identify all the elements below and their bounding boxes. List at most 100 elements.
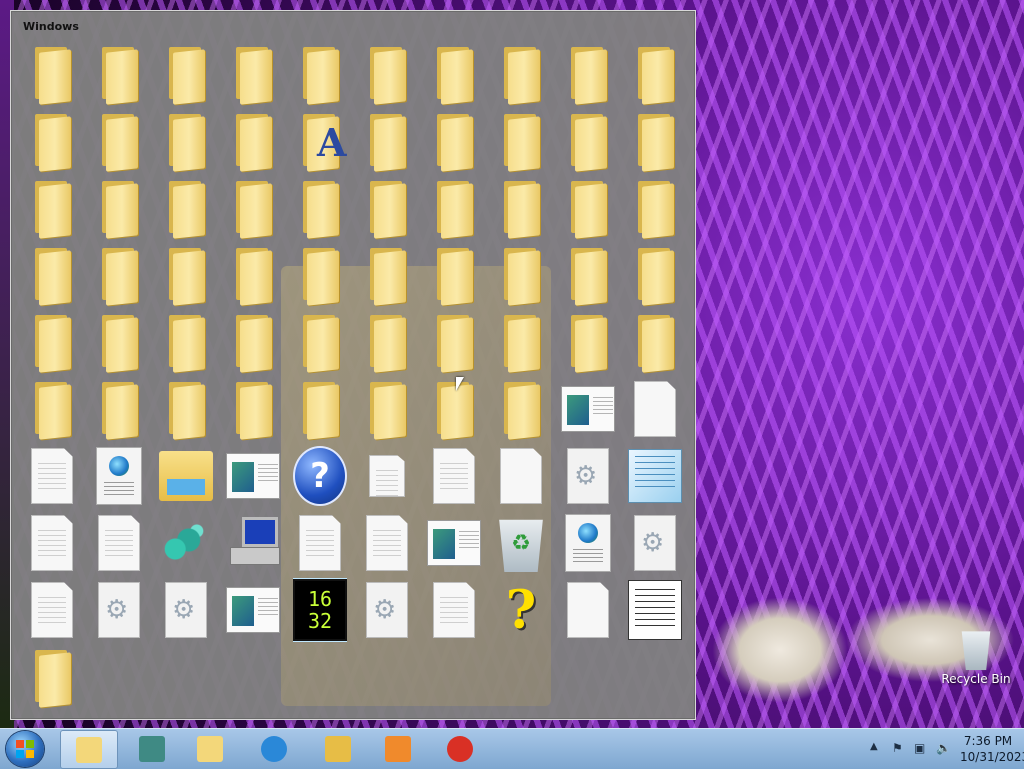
grid-item[interactable] [159,244,213,306]
grid-item[interactable] [25,110,79,172]
grid-item[interactable] [293,311,347,373]
grid-item[interactable] [25,512,79,574]
grid-item[interactable]: ⚙ [561,445,615,507]
grid-item[interactable] [628,177,682,239]
grid-item[interactable] [92,445,146,507]
folder-task-active[interactable] [60,730,118,769]
volume-muted-icon[interactable]: 🔈 [936,741,951,755]
grid-item[interactable] [226,512,280,574]
grid-item[interactable] [360,378,414,440]
grid-item[interactable] [293,43,347,105]
grid-item[interactable] [226,43,280,105]
grid-item[interactable] [226,177,280,239]
grid-item[interactable]: A [293,110,347,172]
grid-item[interactable] [494,43,548,105]
grid-item[interactable]: ⚙ [360,579,414,641]
grid-item[interactable] [427,43,481,105]
grid-item[interactable] [159,43,213,105]
grid-item[interactable] [494,445,548,507]
grid-item[interactable] [360,244,414,306]
grid-item[interactable] [226,378,280,440]
grid-item[interactable] [360,177,414,239]
grid-item[interactable] [25,43,79,105]
grid-item[interactable] [92,244,146,306]
grid-item[interactable] [628,244,682,306]
grid-item[interactable] [561,378,615,440]
grid-item[interactable] [226,311,280,373]
grid-item[interactable] [92,512,146,574]
grid-item[interactable] [226,244,280,306]
grid-item[interactable] [360,445,414,507]
grid-item[interactable] [25,579,79,641]
chrome-task[interactable] [432,730,488,767]
start-button[interactable] [6,731,44,767]
windows-folder-popup[interactable]: Windows A? ⚙ ♻ ⚙ ⚙ ⚙ 16 32 ⚙? [10,10,696,720]
grid-item[interactable] [293,378,347,440]
grid-item[interactable] [360,110,414,172]
grid-item[interactable] [25,646,79,708]
grid-item[interactable] [628,43,682,105]
grid-item[interactable] [25,244,79,306]
network-icon[interactable]: ▣ [914,741,928,755]
action-center-flag-icon[interactable]: ⚑ [892,741,906,755]
grid-item[interactable]: ♻ [494,512,548,574]
grid-item[interactable] [628,311,682,373]
grid-item[interactable] [427,378,481,440]
grid-item[interactable] [561,579,615,641]
grid-item[interactable] [427,311,481,373]
grid-item[interactable] [427,177,481,239]
taskbar-clock[interactable]: 7:36 PM 10/31/2023 [960,733,1024,765]
grid-item[interactable] [226,579,280,641]
grid-item[interactable] [92,311,146,373]
grid-item[interactable] [494,177,548,239]
folder-task[interactable] [182,730,238,767]
grid-item[interactable]: ? [293,445,347,507]
grid-item[interactable] [25,378,79,440]
grid-item[interactable]: 16 32 [293,578,347,642]
grid-item[interactable] [293,512,347,574]
grid-item[interactable] [92,378,146,440]
grid-item[interactable] [293,244,347,306]
grid-item[interactable] [92,177,146,239]
grid-item[interactable] [494,311,548,373]
grid-item[interactable] [25,445,79,507]
grid-item[interactable] [159,110,213,172]
grid-item[interactable] [360,311,414,373]
grid-item[interactable] [494,110,548,172]
grid-item[interactable] [226,110,280,172]
grid-item[interactable] [293,177,347,239]
grid-item[interactable] [561,512,615,574]
grid-item[interactable] [628,110,682,172]
grid-item[interactable]: ⚙ [92,579,146,641]
grid-item[interactable] [561,244,615,306]
grid-item[interactable] [628,579,682,641]
explorer-task[interactable] [310,730,366,767]
grid-item[interactable] [427,579,481,641]
grid-item[interactable] [494,378,548,440]
grid-item[interactable] [226,445,280,507]
grid-item[interactable] [92,110,146,172]
grid-item[interactable]: ? [494,579,548,641]
grid-item[interactable] [561,311,615,373]
grid-item[interactable]: ⚙ [159,579,213,641]
grid-item[interactable]: ⚙ [628,512,682,574]
grid-item[interactable] [628,445,682,507]
grid-item[interactable] [360,512,414,574]
desktop-recycle-bin[interactable]: Recycle Bin [938,628,1014,686]
grid-item[interactable] [494,244,548,306]
ie-task[interactable] [246,730,302,767]
grid-item[interactable] [427,445,481,507]
grid-item[interactable] [427,110,481,172]
grid-item[interactable] [25,177,79,239]
grid-item[interactable] [159,177,213,239]
grid-item[interactable] [92,43,146,105]
grid-item[interactable] [561,43,615,105]
show-hidden-icons-chevron-icon[interactable]: ▲ [870,741,878,752]
grid-item[interactable] [427,512,481,574]
grid-item[interactable] [159,445,213,507]
grid-item[interactable] [25,311,79,373]
grid-item[interactable] [159,378,213,440]
grid-item[interactable] [561,110,615,172]
library-task[interactable] [124,730,180,767]
grid-item[interactable] [427,244,481,306]
